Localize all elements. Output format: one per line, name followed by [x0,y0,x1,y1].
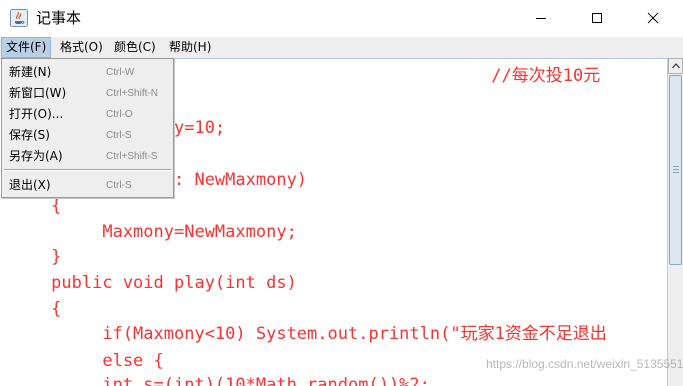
menu-item-shortcut: Ctrl-W [106,67,135,78]
menu-item-label: 退出(X) [9,178,51,192]
code-line: int s=(int)(10*Math.random())%2; [0,375,430,386]
scroll-thumb[interactable] [669,75,682,265]
code-line: public void play(int ds) [0,273,297,293]
code-line: if(Maxmony<10) System.out.println("玩家1资金… [0,324,607,344]
menu-format[interactable]: 格式(O) [56,37,107,58]
menu-item-shortcut: Ctrl-S [106,130,132,141]
menu-item-new[interactable]: 新建(N) Ctrl-W [2,62,173,83]
vertical-scrollbar[interactable] [667,58,683,386]
grip-line-icon [673,166,679,167]
menu-color[interactable]: 颜色(C) [110,37,160,58]
maximize-icon [592,13,602,23]
menu-item-shortcut: Ctrl+Shift-S [106,151,158,162]
minimize-button[interactable] [518,0,564,36]
menu-bar: 文件(F) 格式(O) 颜色(C) 帮助(H) [0,37,683,58]
menu-item-label: 保存(S) [9,128,50,142]
grip-line-icon [673,169,679,170]
file-menu-dropdown: 新建(N) Ctrl-W 新窗口(W) Ctrl+Shift-N 打开(O)..… [1,58,174,198]
title-bar: 记事本 [0,0,683,37]
menu-help[interactable]: 帮助(H) [165,37,215,58]
code-line: { [0,299,62,319]
maximize-button[interactable] [574,0,620,36]
menu-item-label: 另存为(A) [9,149,63,163]
code-line: { [0,196,62,216]
menu-item-shortcut: Ctrl-O [106,109,133,120]
menu-item-exit[interactable]: 退出(X) Ctrl-S [2,175,173,196]
menu-item-label: 新建(N) [9,65,52,79]
menu-item-shortcut: Ctrl+Shift-N [106,88,158,99]
menu-item-new-window[interactable]: 新窗口(W) Ctrl+Shift-N [2,83,173,104]
java-coffee-icon [10,9,28,27]
arrow-up-icon [671,63,680,69]
code-line: } [0,247,62,267]
code-line: Maxmony=NewMaxmony; [0,222,297,242]
watermark: https://blog.csdn.net/weixin_51355518 [486,357,683,371]
menu-item-save[interactable]: 保存(S) Ctrl-S [2,125,173,146]
menu-item-label: 打开(O)... [9,107,64,121]
menu-item-shortcut: Ctrl-S [106,180,132,191]
menu-item-open[interactable]: 打开(O)... Ctrl-O [2,104,173,125]
window-title: 记事本 [36,9,82,27]
code-line: else { [0,351,164,371]
scroll-up-button[interactable] [668,58,683,74]
menu-separator [4,169,171,171]
menu-item-save-as[interactable]: 另存为(A) Ctrl+Shift-S [2,146,173,167]
close-button[interactable] [630,0,676,36]
menu-file[interactable]: 文件(F) [1,37,52,58]
close-icon [647,12,659,24]
minimize-icon [536,18,546,19]
grip-line-icon [673,172,679,173]
menu-item-label: 新窗口(W) [9,86,67,100]
